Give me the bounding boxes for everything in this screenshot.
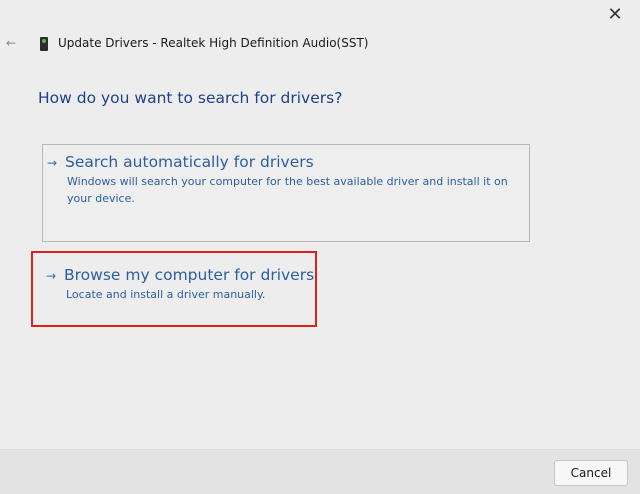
- page-heading: How do you want to search for drivers?: [38, 89, 343, 107]
- window-title: Update Drivers - Realtek High Definition…: [58, 36, 369, 50]
- option-title: Browse my computer for drivers: [64, 266, 315, 284]
- option-description: Locate and install a driver manually.: [66, 288, 266, 301]
- close-icon: ✕: [607, 3, 623, 25]
- back-arrow-icon: ←: [6, 36, 17, 50]
- option-title: Search automatically for drivers: [65, 153, 314, 171]
- dialog-footer: Cancel: [0, 449, 640, 494]
- audio-device-icon: [40, 37, 48, 51]
- search-automatically-option[interactable]: → Search automatically for drivers Windo…: [42, 144, 530, 242]
- close-button[interactable]: ✕: [602, 3, 628, 25]
- back-button[interactable]: ←: [6, 36, 16, 50]
- cancel-button[interactable]: Cancel: [554, 460, 628, 486]
- arrow-right-icon: →: [46, 269, 57, 283]
- arrow-right-icon: →: [47, 156, 58, 170]
- browse-computer-option[interactable]: → Browse my computer for drivers Locate …: [42, 262, 530, 314]
- option-description: Windows will search your computer for th…: [67, 175, 508, 205]
- update-drivers-dialog: ✕ ← Update Drivers - Realtek High Defini…: [0, 0, 640, 494]
